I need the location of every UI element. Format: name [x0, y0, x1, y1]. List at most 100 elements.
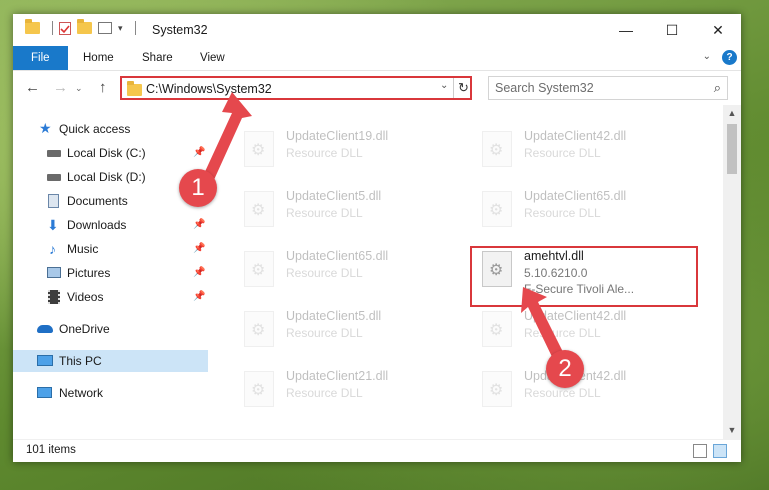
chevron-down-icon[interactable]: ▾	[118, 23, 123, 34]
file-name: UpdateClient42.dll	[524, 309, 627, 323]
nav-item-downloads[interactable]: ⬇ Downloads 📌	[13, 214, 208, 236]
file-description: Resource DLL	[524, 206, 601, 220]
list-item[interactable]: UpdateClient42.dll Resource DLL	[474, 305, 704, 361]
forward-arrow-icon[interactable]: →	[53, 79, 68, 96]
documents-icon	[48, 194, 59, 208]
folder-icon	[25, 19, 40, 34]
file-description: Resource DLL	[286, 206, 363, 220]
nav-item-onedrive[interactable]: OneDrive	[13, 318, 208, 340]
pictures-icon	[47, 267, 61, 278]
scroll-down-icon[interactable]: ▼	[723, 422, 741, 439]
list-item[interactable]: UpdateClient42.dll Resource DLL	[474, 125, 704, 181]
nav-label: OneDrive	[59, 322, 110, 336]
list-item[interactable]: UpdateClient5.dll Resource DLL	[236, 305, 466, 361]
tab-file[interactable]: File	[13, 46, 68, 70]
nav-item-pictures[interactable]: Pictures 📌	[13, 262, 208, 284]
nav-item-music[interactable]: ♪ Music 📌	[13, 238, 208, 260]
back-arrow-icon[interactable]: ←	[25, 79, 40, 96]
tab-home[interactable]: Home	[73, 46, 124, 70]
close-button[interactable]: ✕	[695, 14, 741, 46]
file-description: Resource DLL	[286, 386, 363, 400]
videos-icon	[48, 290, 60, 304]
status-bar: 101 items	[13, 439, 741, 462]
star-icon: ★	[39, 120, 52, 136]
recent-locations-icon[interactable]: ⌄	[75, 83, 83, 94]
navigation-bar: ← → ⌄ ↑ C:\Windows\System32 ⌄ ↻ Search S…	[13, 71, 741, 105]
nav-label: Local Disk (C:)	[67, 146, 146, 160]
scrollbar-thumb[interactable]	[727, 124, 737, 174]
file-description: Resource DLL	[524, 326, 601, 340]
file-name: UpdateClient5.dll	[286, 189, 382, 203]
list-item[interactable]: UpdateClient5.dll Resource DLL	[236, 185, 466, 241]
step-2-badge: 2	[546, 350, 584, 388]
tab-share[interactable]: Share	[132, 46, 183, 70]
address-path[interactable]: C:\Windows\System32	[146, 82, 272, 96]
dll-file-icon	[482, 131, 512, 167]
list-item[interactable]: UpdateClient65.dll Resource DLL	[474, 185, 704, 241]
onedrive-icon	[37, 325, 53, 333]
nav-label: Pictures	[67, 266, 111, 280]
file-name: UpdateClient42.dll	[524, 129, 627, 143]
dll-file-icon	[482, 191, 512, 227]
list-item[interactable]: UpdateClient42.dll Resource DLL	[474, 365, 704, 421]
nav-label: Quick access	[59, 122, 131, 136]
file-description: Resource DLL	[286, 266, 363, 280]
file-description: Resource DLL	[286, 326, 363, 340]
search-input[interactable]: Search System32 ⌕	[488, 76, 728, 100]
help-button[interactable]: ?	[722, 50, 737, 65]
details-view-icon[interactable]	[693, 444, 707, 458]
nav-item-network[interactable]: Network	[13, 382, 208, 404]
nav-item-videos[interactable]: Videos 📌	[13, 286, 208, 308]
file-description: Resource DLL	[524, 386, 601, 400]
file-name: UpdateClient65.dll	[524, 189, 627, 203]
chevron-down-icon[interactable]: ⌄	[703, 51, 711, 62]
new-folder-icon[interactable]	[77, 19, 92, 34]
separator	[134, 21, 136, 35]
nav-label: Network	[59, 386, 104, 400]
up-arrow-icon[interactable]: ↑	[99, 79, 107, 96]
maximize-button[interactable]: ☐	[649, 14, 695, 46]
nav-item-local-disk-c[interactable]: Local Disk (C:) 📌	[13, 142, 208, 164]
address-bar[interactable]: C:\Windows\System32 ⌄ ↻	[120, 76, 472, 100]
nav-item-this-pc[interactable]: This PC	[13, 350, 208, 372]
nav-label: Downloads	[67, 218, 127, 232]
list-item[interactable]: UpdateClient65.dll Resource DLL	[236, 245, 466, 301]
download-icon: ⬇	[47, 217, 59, 233]
file-name: UpdateClient5.dll	[286, 309, 382, 323]
separator	[52, 21, 53, 35]
folder-icon	[127, 81, 142, 96]
list-item[interactable]: UpdateClient19.dll Resource DLL	[236, 125, 466, 181]
file-list: UpdateClient19.dll Resource DLL UpdateCl…	[208, 105, 722, 439]
rename-icon[interactable]	[98, 22, 112, 34]
list-item[interactable]: UpdateClient21.dll Resource DLL	[236, 365, 466, 421]
refresh-icon[interactable]: ↻	[453, 78, 473, 98]
minimize-button[interactable]: —	[603, 14, 649, 46]
nav-item-quick-access[interactable]: ★ Quick access	[13, 118, 208, 140]
scroll-up-icon[interactable]: ▲	[723, 105, 741, 122]
file-description: Resource DLL	[524, 146, 601, 160]
vertical-scrollbar[interactable]: ▲ ▼	[723, 105, 741, 439]
search-icon[interactable]: ⌕	[714, 80, 721, 96]
dll-file-icon	[244, 311, 274, 347]
navigation-pane: ★ Quick access Local Disk (C:) 📌 Local D…	[13, 105, 208, 439]
tab-view[interactable]: View	[190, 46, 235, 70]
dll-file-icon	[244, 131, 274, 167]
pin-icon: 📌	[193, 219, 206, 230]
pin-icon: 📌	[193, 147, 206, 158]
pc-icon	[37, 355, 53, 366]
large-icons-view-icon[interactable]	[713, 444, 727, 458]
drive-icon	[47, 150, 61, 157]
file-description: Resource DLL	[286, 146, 363, 160]
network-icon	[37, 387, 52, 398]
properties-icon[interactable]	[59, 21, 71, 35]
nav-label: Videos	[67, 290, 104, 304]
drive-icon	[47, 174, 61, 181]
file-name: UpdateClient21.dll	[286, 369, 389, 383]
window-title: System32	[152, 23, 208, 37]
dll-file-icon	[244, 191, 274, 227]
item-count: 101 items	[26, 444, 76, 456]
dll-file-icon	[482, 371, 512, 407]
nav-label: This PC	[59, 354, 102, 368]
chevron-down-icon[interactable]: ⌄	[440, 80, 448, 91]
nav-item-documents[interactable]: Documents 📌	[13, 190, 208, 212]
